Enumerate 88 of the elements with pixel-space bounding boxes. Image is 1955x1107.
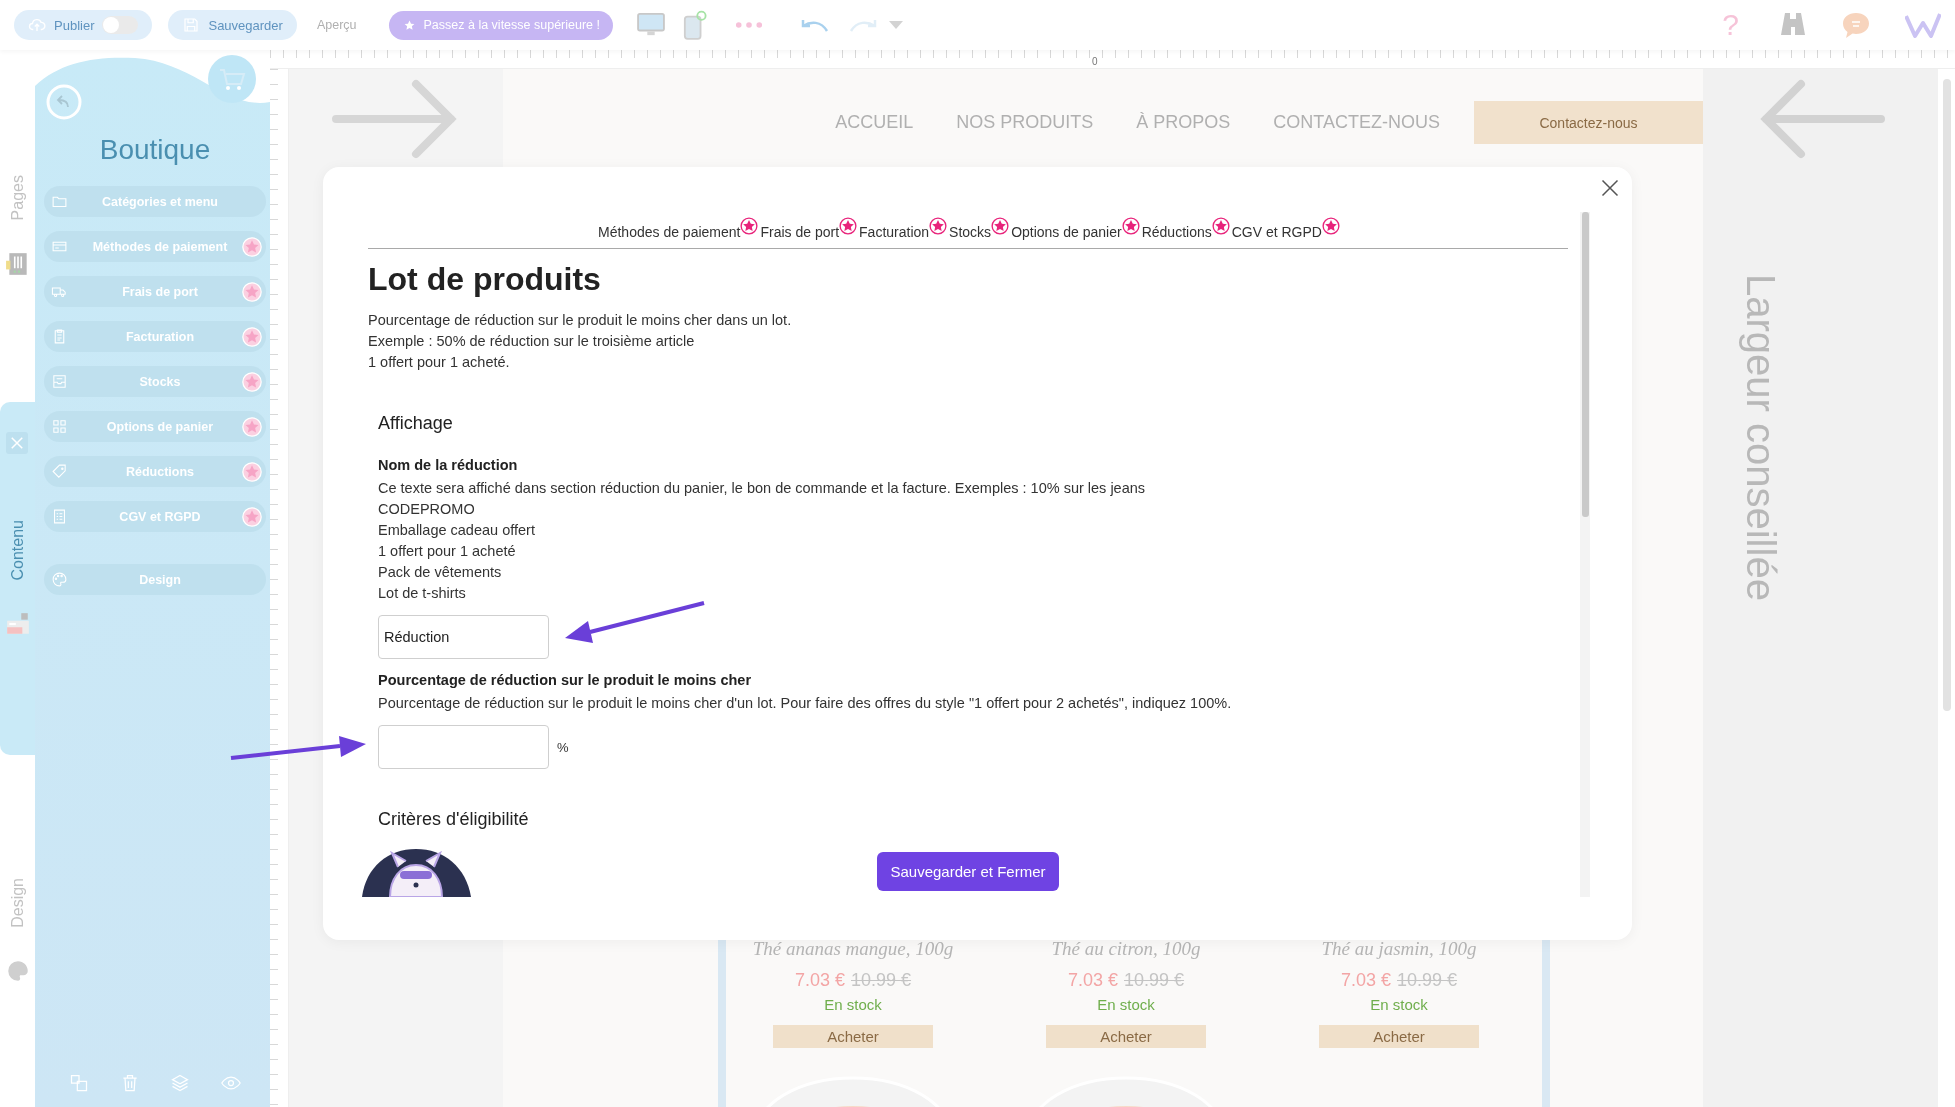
sidebar-title: Boutique: [98, 133, 212, 167]
modal-tab[interactable]: CGV et RGPD: [1229, 220, 1322, 244]
unit-label: %: [557, 739, 569, 755]
stock-status: En stock: [1097, 995, 1155, 1015]
publish-button[interactable]: Publier: [14, 10, 153, 40]
redo-icon[interactable]: [849, 17, 879, 33]
contact-button[interactable]: Contactez-nous: [1474, 101, 1703, 144]
back-icon[interactable]: [45, 83, 83, 121]
text-field[interactable]: [378, 725, 549, 769]
scrollbar[interactable]: [1580, 212, 1590, 897]
buy-button[interactable]: Acheter: [773, 1025, 933, 1048]
stock-status: En stock: [824, 995, 882, 1015]
rail-tab[interactable]: Pages: [8, 175, 27, 221]
modal-tab[interactable]: Méthodes de paiement: [596, 220, 741, 244]
save-button[interactable]: Sauvegarder: [168, 10, 297, 40]
section-heading: Critères d'éligibilité: [378, 808, 530, 831]
floppy-icon: [182, 16, 201, 34]
text-field[interactable]: Réduction: [378, 615, 549, 659]
sidebar-item[interactable]: Stocks: [44, 366, 266, 397]
help-text: Lot de t-shirts: [378, 584, 467, 603]
modal-tab[interactable]: Options de panier: [1009, 220, 1122, 244]
modal-tab[interactable]: Stocks: [947, 220, 992, 244]
preview-button[interactable]: Aperçu: [312, 18, 361, 32]
layers-icon[interactable]: [170, 1073, 191, 1093]
help-text: Emballage cadeau offert: [378, 521, 536, 540]
scrollbar-thumb[interactable]: [1942, 79, 1951, 711]
save-and-close-button[interactable]: Sauvegarder et Fermer: [877, 852, 1059, 891]
rail-tab[interactable]: Design: [8, 877, 27, 928]
modal-tab[interactable]: Frais de port: [758, 220, 840, 244]
field-label: Pourcentage de réduction sur le produit le moins cher: [378, 671, 753, 690]
sidebar-item[interactable]: Réductions: [44, 456, 266, 487]
sidebar-item[interactable]: Catégories et menu: [44, 186, 266, 217]
chat-icon[interactable]: [1841, 11, 1871, 39]
product-price: 7.03 €: [1340, 969, 1391, 992]
duplicate-icon[interactable]: [69, 1073, 90, 1093]
box-icon[interactable]: [4, 610, 31, 637]
scrollbar-thumb[interactable]: [1581, 212, 1589, 517]
intro-text: Pourcentage de réduction sur le produit le moins cher dans un lot.: [368, 311, 793, 330]
publish-toggle[interactable]: [102, 16, 139, 34]
help-text: Ce texte sera affiché dans section réduction du panier, le bon de commande et la facture. Exemples : 10% sur les jeans: [378, 479, 1147, 498]
close-icon[interactable]: [1600, 178, 1620, 198]
buy-button[interactable]: Acheter: [1046, 1025, 1206, 1048]
tray-icon: [51, 373, 68, 390]
sidebar-item[interactable]: Options de panier: [44, 411, 266, 442]
logo-icon[interactable]: [1905, 12, 1941, 38]
cart-icon[interactable]: [208, 55, 256, 103]
buy-button[interactable]: Acheter: [1319, 1025, 1479, 1048]
tag-icon: [51, 463, 68, 480]
dialog-title: Lot de produits: [368, 260, 602, 299]
nav-link[interactable]: CONTACTEZ-NOUS: [1273, 112, 1440, 133]
nav-link[interactable]: ACCUEIL: [835, 112, 914, 133]
product-name: Thé au citron, 100g: [1051, 937, 1201, 961]
width-hint: Largeur conseillée: [1738, 274, 1783, 601]
help-text: CODEPROMO: [378, 500, 476, 519]
help-text: 1 offert pour 1 acheté: [378, 542, 517, 561]
checklist-icon: [51, 508, 68, 525]
help-icon[interactable]: ?: [1722, 10, 1739, 40]
sidebar-item[interactable]: CGV et RGPD: [44, 501, 266, 532]
more-icon[interactable]: [735, 21, 763, 29]
product-name: Thé ananas mangue, 100g: [752, 937, 954, 961]
cloud-upload-icon: [28, 16, 46, 34]
sidebar-item[interactable]: Méthodes de paiement: [44, 231, 266, 262]
undo-icon[interactable]: [799, 17, 829, 33]
sidebar-item[interactable]: Design: [44, 564, 266, 595]
intro-text: Exemple : 50% de réduction sur le troisième article: [368, 332, 696, 351]
product-name: Thé au jasmin, 100g: [1321, 937, 1477, 961]
intro-text: 1 offert pour 1 acheté.: [368, 353, 511, 372]
field-label: Nom de la réduction: [378, 456, 519, 475]
desktop-icon[interactable]: [637, 13, 665, 37]
section-heading: Affichage: [378, 412, 454, 435]
nav-link[interactable]: NOS PRODUITS: [956, 112, 1094, 133]
modal-tab[interactable]: Facturation: [857, 220, 930, 244]
sidebar-item[interactable]: Frais de port: [44, 276, 266, 307]
ruler-label: 0: [1092, 56, 1098, 67]
nav-link[interactable]: À PROPOS: [1136, 112, 1231, 133]
stock-status: En stock: [1370, 995, 1428, 1015]
palette-icon: [51, 571, 68, 588]
upgrade-button[interactable]: Passez à la vitesse supérieure !: [388, 10, 613, 40]
rail-tab[interactable]: Contenu: [8, 520, 27, 581]
product-price: 7.03 €: [1067, 969, 1118, 992]
product-price: 7.03 €: [794, 969, 845, 992]
grid-icon: [51, 418, 68, 435]
help-text: Pack de vêtements: [378, 563, 503, 582]
modal-tab[interactable]: Réductions: [1139, 220, 1212, 244]
help-text: Pourcentage de réduction sur le produit le moins cher d'un lot. Pour faire des offres du style "1 offert pour 2 achetés", indiquez 100%.: [378, 694, 1233, 713]
sidebar-item[interactable]: Facturation: [44, 321, 266, 352]
caret-icon[interactable]: [889, 21, 903, 29]
mobile-icon[interactable]: [683, 10, 707, 40]
